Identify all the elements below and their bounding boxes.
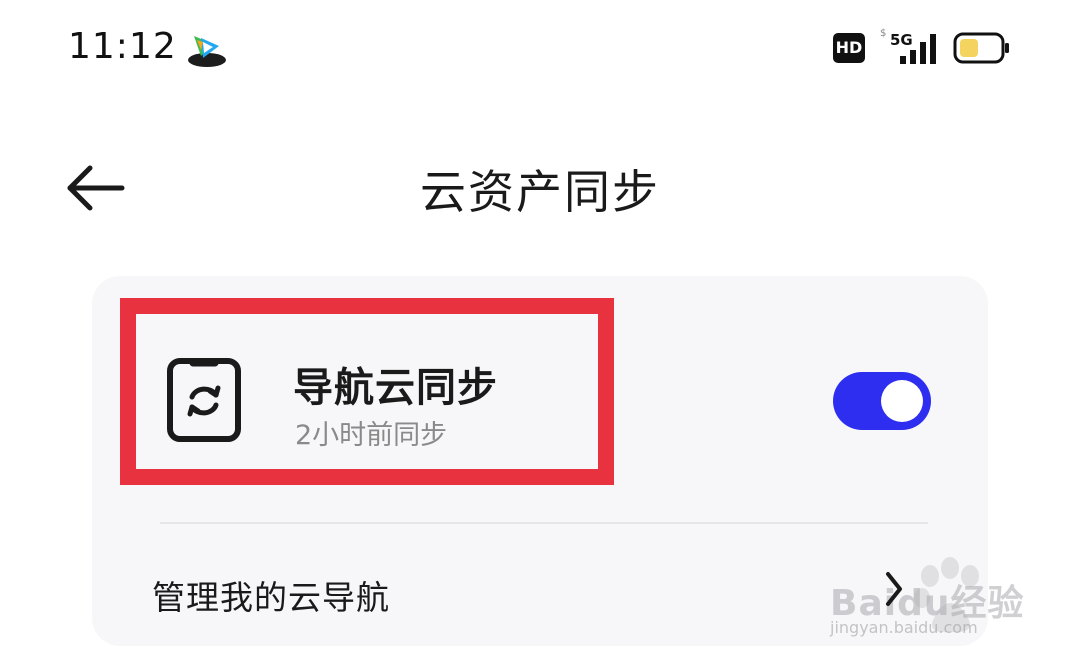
toggle-knob <box>881 380 923 422</box>
page-title: 云资产同步 <box>420 165 660 219</box>
status-bar: 11:12 HD $ 5G <box>0 0 1080 96</box>
svg-text:$: $ <box>880 28 886 39</box>
battery-icon <box>953 32 1009 64</box>
network-type-label: 5G <box>890 31 913 49</box>
chevron-right-icon[interactable] <box>884 570 904 608</box>
hd-badge: HD <box>833 33 865 63</box>
nav-cloud-sync-toggle[interactable] <box>833 372 931 430</box>
cloud-asset-sync-page: 11:12 HD $ 5G 云资产同步 导航云同步 2小时前同步 管理我的云导航… <box>0 0 1080 665</box>
manage-cloud-nav-label: 管理我的云导航 <box>152 578 390 617</box>
tencent-video-icon <box>188 36 226 67</box>
watermark-url: jingyan.baidu.com <box>830 618 978 637</box>
status-time: 11:12 <box>68 26 177 67</box>
highlight-annotation-box <box>120 298 614 485</box>
divider <box>160 522 928 524</box>
